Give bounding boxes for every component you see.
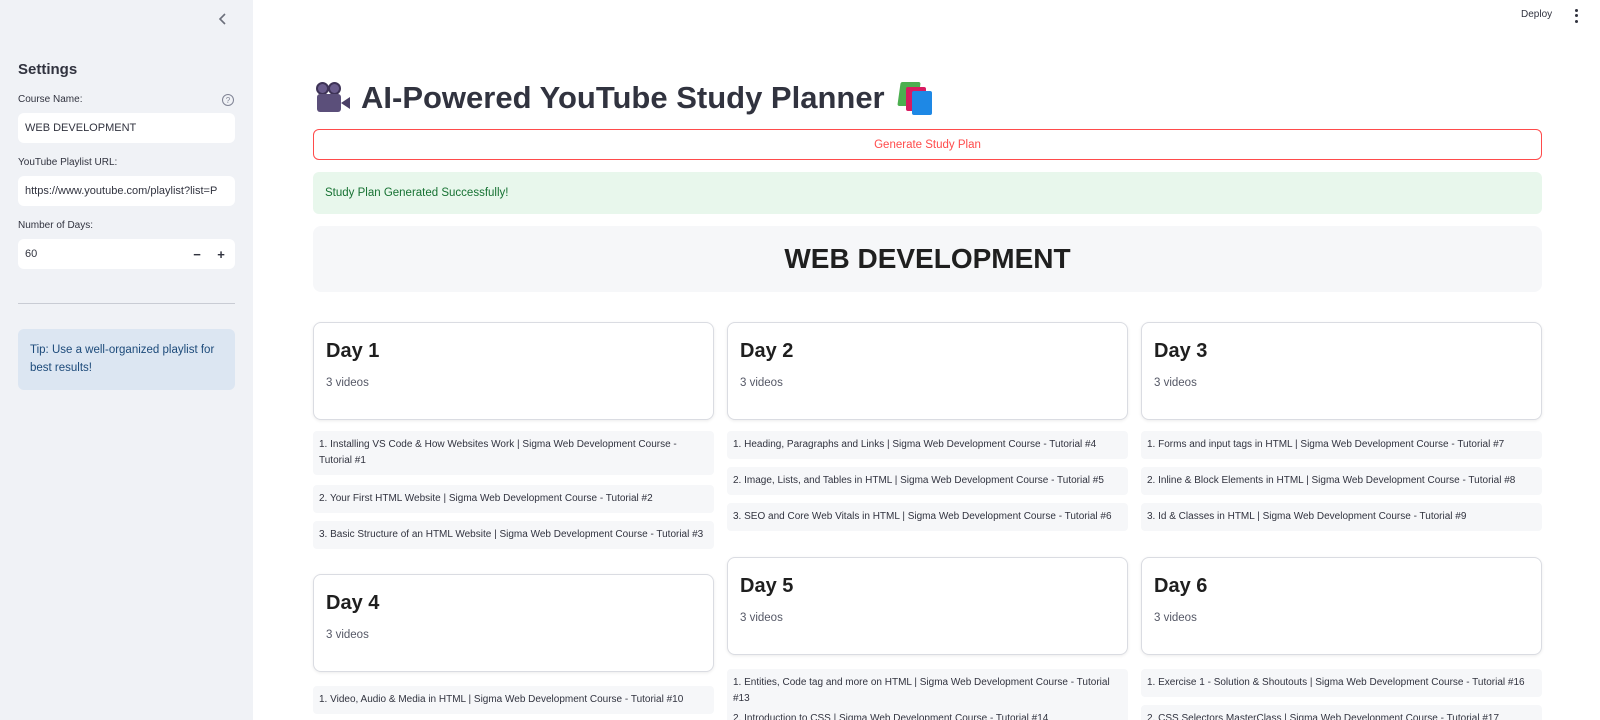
course-title: WEB DEVELOPMENT bbox=[313, 226, 1542, 292]
chevron-left-icon[interactable] bbox=[214, 10, 232, 28]
video-item: 3. Id & Classes in HTML | Sigma Web Deve… bbox=[1141, 503, 1542, 531]
sidebar-title: Settings bbox=[18, 61, 78, 78]
decrement-button[interactable]: − bbox=[186, 239, 208, 269]
day-video-count: 3 videos bbox=[1154, 612, 1197, 624]
day-title: Day 5 bbox=[740, 575, 794, 597]
day-card: Day 2 3 videos bbox=[727, 322, 1128, 420]
video-item: 3. SEO and Core Web Vitals in HTML | Sig… bbox=[727, 503, 1128, 531]
sidebar-divider bbox=[18, 303, 235, 304]
day-title: Day 2 bbox=[740, 340, 794, 362]
course-name-label: Course Name: bbox=[18, 94, 83, 105]
number-of-days-label: Number of Days: bbox=[18, 220, 94, 231]
video-item: 2. Introduction to CSS | Sigma Web Devel… bbox=[727, 705, 1128, 720]
day-card: Day 3 3 videos bbox=[1141, 322, 1542, 420]
page-title: AI-Powered YouTube Study Planner bbox=[361, 80, 885, 115]
number-of-days-value: 60 bbox=[25, 248, 38, 260]
movie-camera-icon bbox=[313, 80, 351, 116]
day-title: Day 1 bbox=[326, 340, 380, 362]
sidebar: Settings Course Name: ? WEB DEVELOPMENT … bbox=[0, 0, 253, 720]
day-video-count: 3 videos bbox=[326, 377, 369, 389]
video-item: 1. Exercise 1 - Solution & Shoutouts | S… bbox=[1141, 669, 1542, 697]
day-video-count: 3 videos bbox=[1154, 377, 1197, 389]
day-card: Day 5 3 videos bbox=[727, 557, 1128, 655]
tip-box: Tip: Use a well-organized playlist for b… bbox=[18, 329, 235, 390]
video-item: 2. Image, Lists, and Tables in HTML | Si… bbox=[727, 467, 1128, 495]
help-icon[interactable]: ? bbox=[222, 94, 234, 106]
vertical-dots-icon[interactable] bbox=[1572, 8, 1580, 24]
day-title: Day 6 bbox=[1154, 575, 1208, 597]
success-alert: Study Plan Generated Successfully! bbox=[313, 172, 1542, 214]
day-video-count: 3 videos bbox=[740, 377, 783, 389]
video-item: 2. Your First HTML Website | Sigma Web D… bbox=[313, 485, 714, 513]
video-item: 1. Video, Audio & Media in HTML | Sigma … bbox=[313, 686, 714, 714]
course-name-input[interactable]: WEB DEVELOPMENT bbox=[18, 113, 235, 143]
video-item: 1. Heading, Paragraphs and Links | Sigma… bbox=[727, 431, 1128, 459]
generate-study-plan-button[interactable]: Generate Study Plan bbox=[313, 129, 1542, 160]
day-card: Day 1 3 videos bbox=[313, 322, 714, 420]
day-video-count: 3 videos bbox=[326, 629, 369, 641]
deploy-button[interactable]: Deploy bbox=[1521, 9, 1552, 20]
books-icon bbox=[895, 80, 933, 116]
day-title: Day 3 bbox=[1154, 340, 1208, 362]
day-card: Day 6 3 videos bbox=[1141, 557, 1542, 655]
increment-button[interactable]: + bbox=[210, 239, 232, 269]
video-item: 3. Basic Structure of an HTML Website | … bbox=[313, 521, 714, 549]
day-video-count: 3 videos bbox=[740, 612, 783, 624]
page-title-row: AI-Powered YouTube Study Planner bbox=[313, 76, 933, 120]
playlist-url-label: YouTube Playlist URL: bbox=[18, 157, 118, 168]
day-title: Day 4 bbox=[326, 592, 380, 614]
video-item: 1. Forms and input tags in HTML | Sigma … bbox=[1141, 431, 1542, 459]
video-item: 2. Inline & Block Elements in HTML | Sig… bbox=[1141, 467, 1542, 495]
video-item: 1. Installing VS Code & How Websites Wor… bbox=[313, 431, 714, 475]
playlist-url-input[interactable]: https://www.youtube.com/playlist?list=P bbox=[18, 176, 235, 206]
day-card: Day 4 3 videos bbox=[313, 574, 714, 672]
video-item: 2. CSS Selectors MasterClass | Sigma Web… bbox=[1141, 705, 1542, 720]
